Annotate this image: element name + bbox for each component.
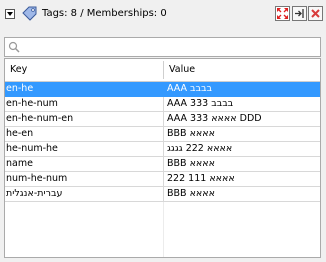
row-value: 222 אאאא 111 <box>167 173 235 184</box>
row-key: name <box>6 158 33 169</box>
search-box[interactable] <box>4 37 321 57</box>
row-key: en-he-num-en <box>6 113 74 124</box>
row-value: אאאא 222 גגגג <box>167 143 233 154</box>
table-row[interactable]: en-he-num-en AAA 333 אאאא DDD <box>5 112 320 127</box>
table-row[interactable]: en-he-num AAA 333 בבבב <box>5 97 320 112</box>
row-key: עברית-אנגלית <box>6 188 63 199</box>
panel-titlebar: Tags: 8 / Memberships: 0 <box>2 3 324 25</box>
tags-table: Key Value en-he AAA בבבב en-he-num AAA 3… <box>4 58 321 258</box>
row-key: he-en <box>6 128 34 139</box>
row-key: he-num-he <box>6 143 58 154</box>
row-value: AAA בבבב <box>167 83 213 94</box>
column-separator[interactable] <box>163 61 164 79</box>
row-value: BBB אאאא <box>167 188 215 199</box>
tags-panel: Tags: 8 / Memberships: 0 Key Value en-he… <box>0 0 326 262</box>
table-row[interactable]: he-num-he אאאא 222 גגגג <box>5 142 320 157</box>
panel-title: Tags: 8 / Memberships: 0 <box>42 8 167 19</box>
row-key: en-he-num <box>6 98 58 109</box>
close-icon[interactable] <box>308 6 323 21</box>
column-header-value[interactable]: Value <box>169 64 195 75</box>
table-row[interactable]: עברית-אנגלית BBB אאאא <box>5 187 320 202</box>
table-header: Key Value <box>5 59 320 82</box>
search-icon <box>8 41 20 53</box>
table-row[interactable]: he-en BBB אאאא <box>5 127 320 142</box>
table-row[interactable]: name BBB אאאא <box>5 157 320 172</box>
table-row[interactable]: en-he AAA בבבב <box>5 82 320 97</box>
column-header-key[interactable]: Key <box>10 64 27 75</box>
expand-arrows-icon[interactable] <box>275 6 290 21</box>
tag-icon <box>22 6 37 21</box>
dock-icon[interactable] <box>292 6 307 21</box>
row-value: BBB אאאא <box>167 158 215 169</box>
collapse-button[interactable] <box>5 9 15 19</box>
row-value: AAA 333 אאאא DDD <box>167 113 262 124</box>
search-input[interactable] <box>23 39 313 55</box>
row-value: AAA 333 בבבב <box>167 98 234 109</box>
row-key: num-he-num <box>6 173 68 184</box>
row-key: en-he <box>6 83 34 94</box>
table-row[interactable]: num-he-num 222 אאאא 111 <box>5 172 320 187</box>
row-value: BBB אאאא <box>167 128 215 139</box>
